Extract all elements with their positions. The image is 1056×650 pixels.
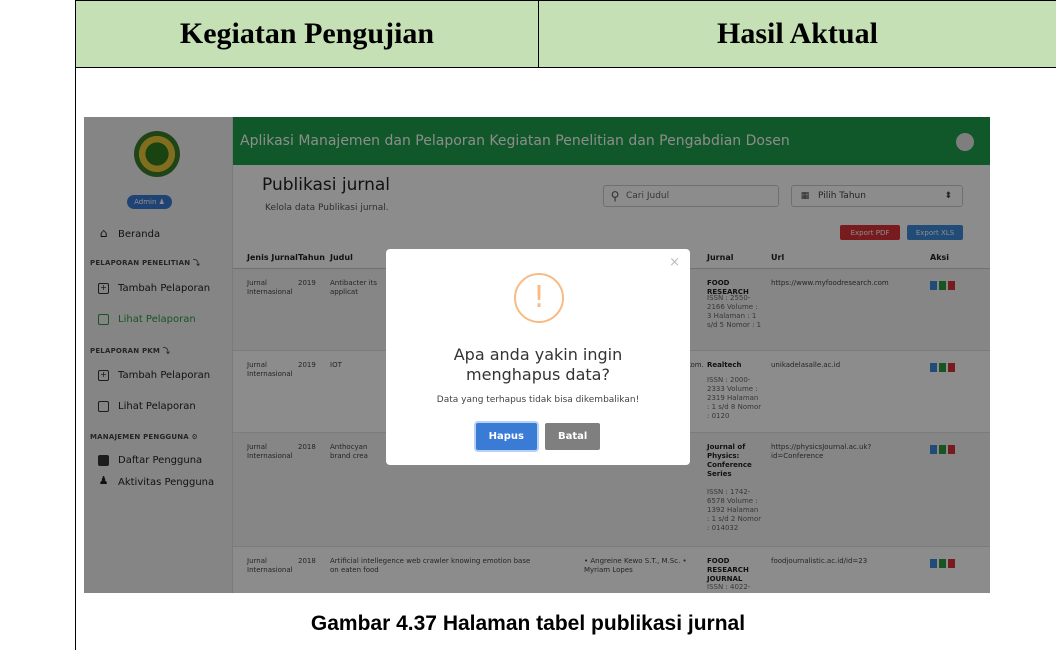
header-kegiatan-pengujian: Kegiatan Pengujian	[76, 1, 539, 67]
dialog-text: Data yang terhapus tidak bisa dikembalik…	[436, 395, 640, 405]
dialog-title: Apa anda yakin ingin menghapus data?	[386, 345, 690, 385]
app-screenshot: Admin ♟ ⌂ Beranda PELAPORAN PENELITIAN ⤵…	[84, 117, 990, 593]
header-hasil-aktual: Hasil Aktual	[717, 17, 878, 50]
confirm-delete-button[interactable]: Hapus	[475, 423, 538, 450]
dialog-title-line2: menghapus data?	[466, 365, 610, 384]
close-icon[interactable]: ×	[669, 255, 680, 270]
delete-confirm-dialog: × ! Apa anda yakin ingin menghapus data?…	[386, 249, 690, 465]
figure-caption: Gambar 4.37 Halaman tabel publikasi jurn…	[310, 612, 746, 635]
cancel-button[interactable]: Batal	[545, 423, 601, 450]
dialog-buttons: Hapus Batal	[386, 423, 690, 450]
dialog-title-line1: Apa anda yakin ingin	[453, 345, 623, 364]
document-table-header: Kegiatan Pengujian Hasil Aktual	[76, 0, 1056, 68]
warning-icon: !	[514, 273, 564, 323]
